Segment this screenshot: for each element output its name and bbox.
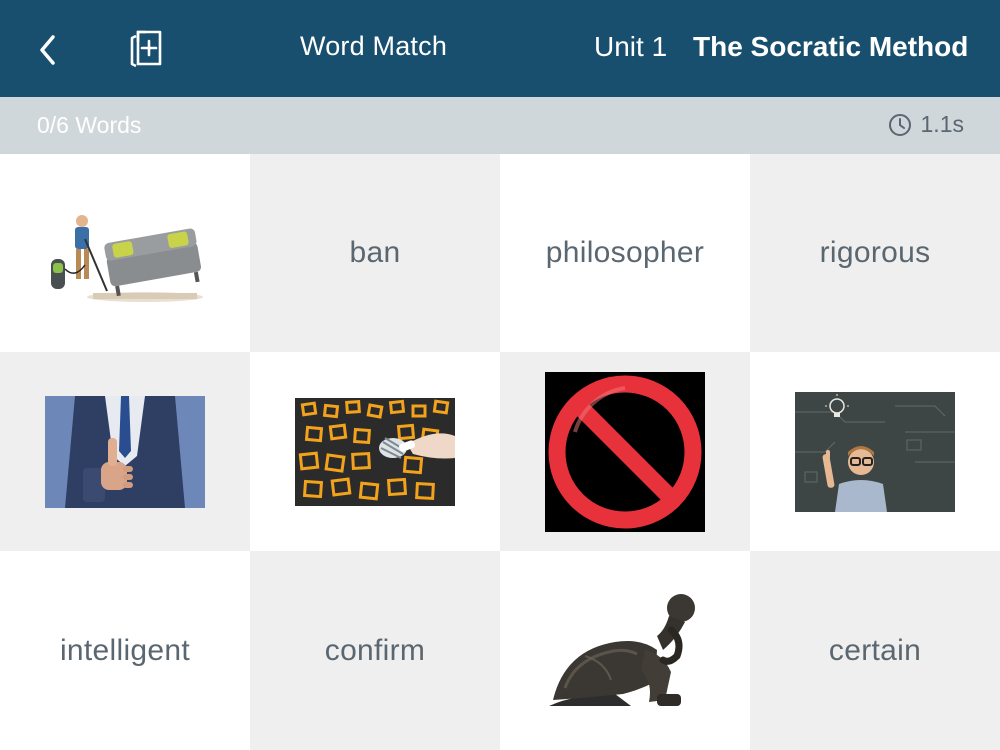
progress-counter: 0/6 Words bbox=[37, 112, 142, 138]
chalk-squares-image bbox=[295, 397, 455, 506]
card-word-label: philosopher bbox=[545, 236, 705, 269]
back-button[interactable] bbox=[28, 30, 68, 70]
add-card-icon bbox=[130, 30, 162, 68]
unit-label: Unit 1 bbox=[594, 31, 668, 62]
card-word-label: ban bbox=[349, 236, 401, 269]
mode-title: Word Match bbox=[300, 31, 448, 61]
card-word-label: confirm bbox=[324, 633, 426, 667]
top-bar: Word Match Unit 1 The Socratic Method bbox=[0, 0, 1000, 97]
vacuuming-image bbox=[45, 199, 205, 307]
card-image-chalk-squares[interactable] bbox=[250, 352, 500, 551]
lesson-title: The Socratic Method bbox=[693, 31, 969, 62]
prohibition-sign-image bbox=[545, 371, 705, 532]
clock-icon bbox=[888, 113, 911, 136]
add-card-button[interactable] bbox=[124, 26, 170, 72]
card-word-label: rigorous bbox=[819, 236, 931, 269]
chevron-left-icon bbox=[40, 35, 55, 65]
timer-value: 1.1s bbox=[920, 111, 964, 137]
thumbs-up-image bbox=[45, 395, 205, 508]
card-word-label: intelligent bbox=[59, 633, 191, 667]
card-word[interactable]: ban bbox=[250, 154, 500, 352]
card-image-prohibition[interactable] bbox=[500, 352, 750, 551]
card-word[interactable]: rigorous bbox=[750, 154, 1000, 352]
card-image-thinker[interactable] bbox=[500, 551, 750, 750]
thinker-statue-image bbox=[545, 589, 705, 712]
idea-boy-image bbox=[795, 391, 955, 512]
card-word[interactable]: philosopher bbox=[500, 154, 750, 352]
card-word[interactable]: certain bbox=[750, 551, 1000, 750]
match-grid: ban philosopher rigorous intelligent con… bbox=[0, 154, 1000, 750]
card-image-idea-boy[interactable] bbox=[750, 352, 1000, 551]
card-word[interactable]: confirm bbox=[250, 551, 500, 750]
status-bar: 0/6 Words 1.1s bbox=[0, 97, 1000, 154]
card-word-label: certain bbox=[828, 633, 922, 667]
card-image-thumbs-up[interactable] bbox=[0, 352, 250, 551]
card-word[interactable]: intelligent bbox=[0, 551, 250, 750]
card-image-vacuuming[interactable] bbox=[0, 154, 250, 352]
timer: 1.1s bbox=[888, 111, 964, 138]
